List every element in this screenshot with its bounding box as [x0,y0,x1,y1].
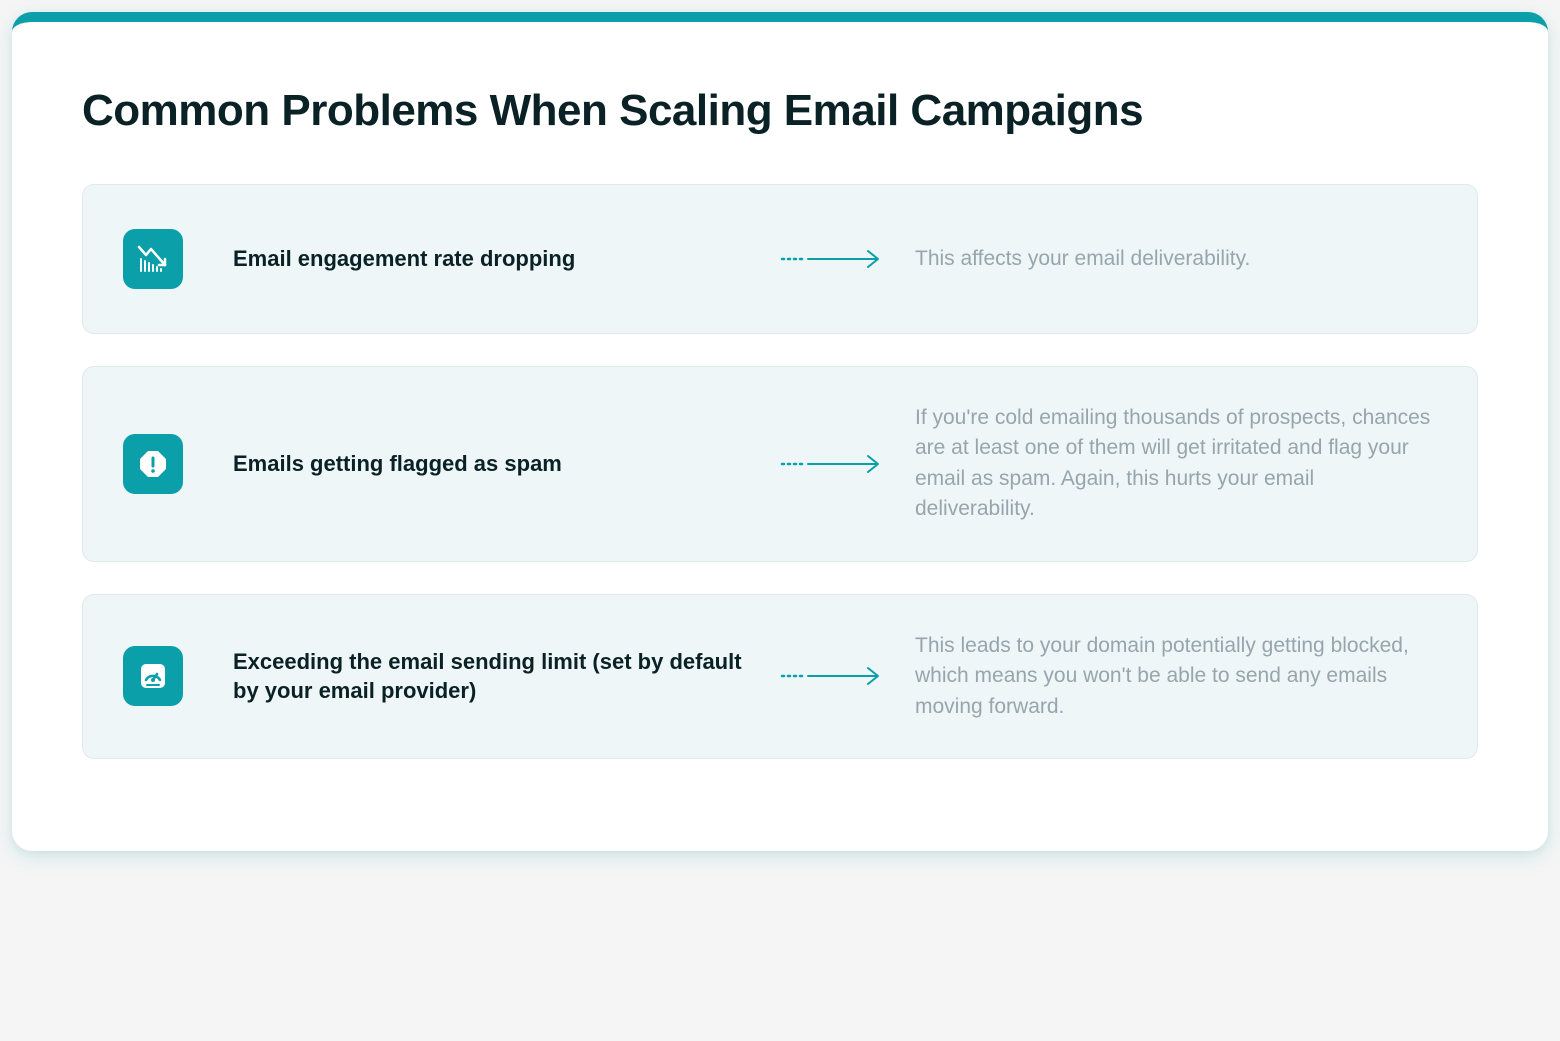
problem-description: This affects your email deliverability. [915,244,1437,274]
arrow-icon [775,666,895,686]
arrow-icon [775,454,895,474]
problem-row: Emails getting flagged as spam If you're… [82,366,1478,562]
info-card: Common Problems When Scaling Email Campa… [12,12,1548,851]
problem-title: Exceeding the email sending limit (set b… [233,647,755,706]
gauge-icon [123,646,183,706]
problem-title: Email engagement rate dropping [233,244,755,274]
problem-row: Exceeding the email sending limit (set b… [82,594,1478,759]
problem-description: If you're cold emailing thousands of pro… [915,403,1437,525]
chart-down-icon [123,229,183,289]
arrow-icon [775,249,895,269]
problem-title: Emails getting flagged as spam [233,449,755,479]
problem-row: Email engagement rate dropping This affe… [82,184,1478,334]
problem-description: This leads to your domain potentially ge… [915,631,1437,722]
alert-octagon-icon [123,434,183,494]
card-title: Common Problems When Scaling Email Campa… [82,86,1478,136]
